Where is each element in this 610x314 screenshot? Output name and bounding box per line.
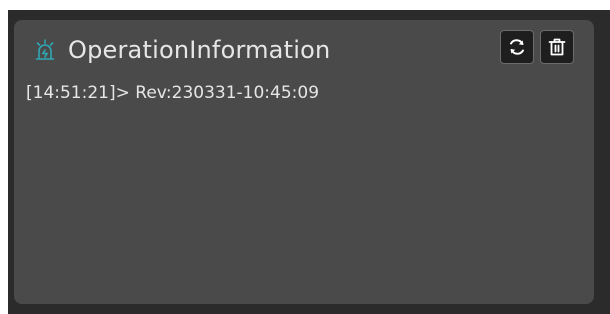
refresh-icon bbox=[507, 37, 527, 57]
log-message: Rev:230331-10:45:09 bbox=[135, 83, 320, 103]
panel-header: OperationInformation bbox=[34, 34, 330, 66]
log-output: [14:51:21]> Rev:230331-10:45:09 bbox=[26, 82, 582, 104]
trash-icon bbox=[547, 37, 567, 57]
log-timestamp: [14:51:21] bbox=[26, 83, 116, 103]
panel-title: OperationInformation bbox=[68, 36, 331, 64]
panel-actions bbox=[500, 30, 574, 64]
log-separator: > bbox=[115, 83, 130, 103]
alarm-beacon-icon bbox=[34, 39, 56, 61]
operation-information-panel: OperationInformation [14:51:21]> Rev:230… bbox=[14, 20, 594, 304]
log-entry: [14:51:21]> Rev:230331-10:45:09 bbox=[26, 82, 582, 104]
clear-log-button[interactable] bbox=[540, 30, 574, 64]
refresh-button[interactable] bbox=[500, 30, 534, 64]
